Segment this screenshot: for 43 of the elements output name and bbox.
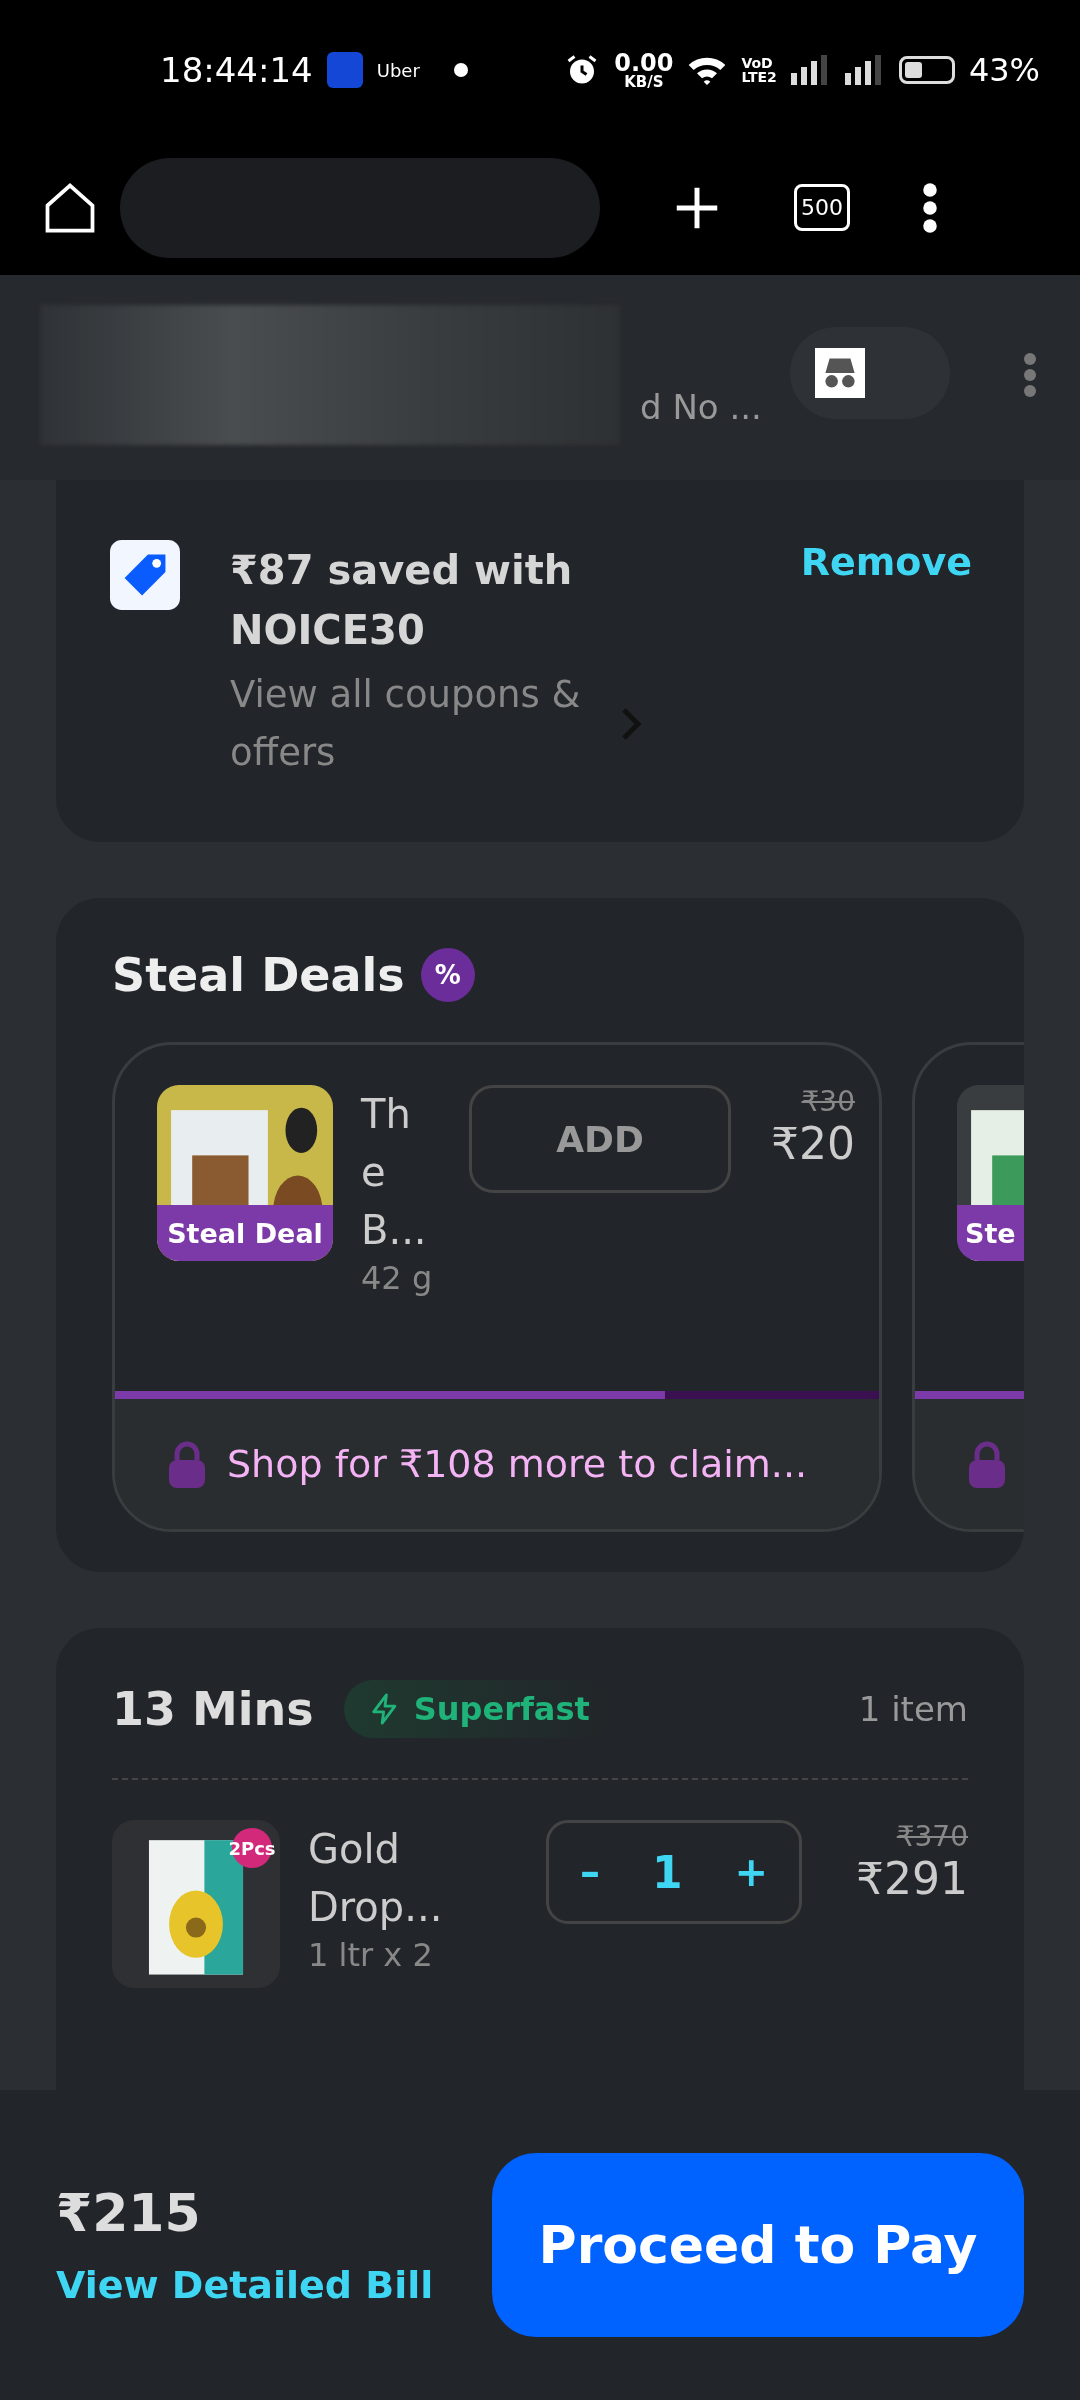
deal-price: ₹20	[771, 1118, 855, 1169]
more-icon[interactable]	[920, 180, 940, 235]
speed-unit: KB/S	[624, 74, 664, 90]
coupon-tag-icon	[110, 540, 180, 610]
discount-badge: %	[420, 948, 475, 1002]
page-subtitle: d No ...	[640, 387, 762, 427]
product-weight: 42 g	[361, 1259, 434, 1297]
section-title: Steal Deals	[112, 948, 405, 1002]
product-name: Gold Drop...	[308, 1825, 444, 1932]
battery-icon	[898, 56, 955, 84]
incognito-icon	[815, 348, 865, 398]
remove-link[interactable]: Remove	[800, 540, 972, 584]
increase-button[interactable]: +	[724, 1849, 778, 1895]
add-button[interactable]: ADD	[469, 1085, 731, 1193]
product-size: 1 ltr x 2	[308, 1936, 434, 1974]
tab-count-button[interactable]: 500	[794, 184, 850, 231]
quantity-value: 1	[651, 1846, 683, 1898]
notification-dot-icon	[453, 63, 468, 77]
product-name: Th e B...	[361, 1090, 428, 1255]
status-time: 18:44:14	[160, 50, 313, 90]
unlock-message: Shop for ₹108 more to claim...	[227, 1442, 808, 1486]
bill-link[interactable]: View Detailed Bill	[56, 2263, 492, 2307]
app-notification-icon	[326, 52, 363, 88]
coupon-title: ₹87 saved with NOICE30	[230, 546, 574, 655]
tag-label: Superfast	[413, 1690, 590, 1728]
battery-percent: 43%	[968, 51, 1040, 89]
original-price: ₹370	[896, 1820, 968, 1853]
decrease-button[interactable]: –	[569, 1849, 610, 1895]
delivery-time: 13 Mins	[112, 1682, 314, 1736]
lock-icon	[167, 1440, 207, 1488]
original-price: ₹30	[801, 1085, 855, 1118]
steal-deal-badge: Steal Deal	[157, 1205, 333, 1261]
coupons-link[interactable]: View all coupons & offers	[230, 666, 600, 782]
steal-deal-badge: Ste	[957, 1205, 1024, 1261]
pay-button[interactable]: Proceed to Pay	[492, 2153, 1024, 2337]
network-label: LTE2	[741, 70, 777, 84]
speed-value: 0.00	[614, 50, 674, 75]
item-count: 1 item	[858, 1689, 968, 1729]
lock-icon	[967, 1440, 1007, 1488]
total-amount: ₹215	[56, 2183, 202, 2243]
item-price: ₹291	[856, 1853, 968, 1904]
notification-label: Uber	[376, 59, 420, 81]
network-label: VoD	[741, 56, 774, 70]
